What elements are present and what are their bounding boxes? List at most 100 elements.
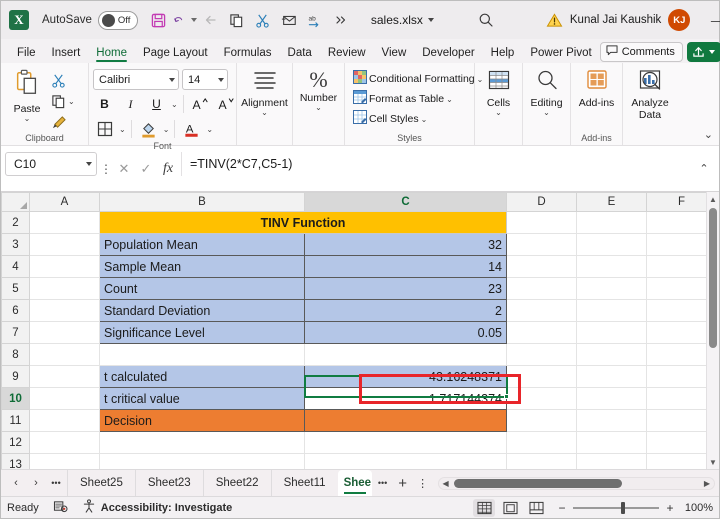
column-header-c[interactable]: C	[305, 193, 507, 212]
row-header-13[interactable]: 13	[2, 454, 30, 470]
alignment-button[interactable]: Alignment ⌄	[241, 66, 288, 116]
save-icon[interactable]	[147, 8, 171, 32]
bold-button[interactable]: B	[93, 93, 116, 115]
scroll-up-arrow[interactable]: ▲	[709, 192, 717, 206]
cell-c6[interactable]: 2	[305, 300, 507, 322]
tab-help[interactable]: Help	[483, 45, 523, 63]
copy-dropdown-icon[interactable]: ⌄	[68, 98, 75, 105]
tab-page-layout[interactable]: Page Layout	[135, 45, 216, 63]
cell-d2[interactable]	[507, 212, 577, 234]
next-sheet-button[interactable]: ›	[27, 473, 45, 493]
row-header-10[interactable]: 10	[2, 388, 30, 410]
tab-data[interactable]: Data	[280, 45, 320, 63]
editing-dropdown-icon[interactable]: ⌄	[543, 109, 550, 116]
zoom-level-label[interactable]: 100%	[679, 502, 713, 514]
format-as-table-button[interactable]: Format as Table ⌄	[351, 89, 455, 109]
column-header-a[interactable]: A	[30, 193, 100, 212]
cut-button[interactable]	[49, 70, 77, 90]
cell-a11[interactable]	[30, 410, 100, 432]
cell-b2[interactable]: TINV Function	[100, 212, 507, 234]
row-header-3[interactable]: 3	[2, 234, 30, 256]
cell-e2[interactable]	[577, 212, 647, 234]
previous-sheet-button[interactable]: ‹	[7, 473, 25, 493]
cell-c8[interactable]	[305, 344, 507, 366]
cell-a8[interactable]	[30, 344, 100, 366]
cell-e6[interactable]	[577, 300, 647, 322]
conditional-formatting-button[interactable]: Conditional Formatting ⌄	[351, 69, 485, 89]
column-header-d[interactable]: D	[507, 193, 577, 212]
comments-button[interactable]: Comments	[600, 42, 683, 62]
warning-icon[interactable]	[546, 8, 563, 32]
avatar[interactable]: KJ	[668, 9, 690, 31]
sheet-tab-sheet11[interactable]: Sheet11	[271, 470, 338, 496]
cell-d9[interactable]	[507, 366, 577, 388]
cell-e7[interactable]	[577, 322, 647, 344]
chevron-down-icon[interactable]	[169, 78, 175, 82]
cell-e12[interactable]	[577, 432, 647, 454]
formula-input[interactable]: =TINV(2*C7,C5-1)	[181, 152, 693, 176]
zoom-track[interactable]	[573, 507, 659, 509]
row-header-4[interactable]: 4	[2, 256, 30, 278]
font-color-dropdown-icon[interactable]: ⌄	[206, 126, 213, 133]
cell-a10[interactable]	[30, 388, 100, 410]
user-name-label[interactable]: Kunal Jai Kaushik	[570, 14, 661, 26]
cell-d12[interactable]	[507, 432, 577, 454]
paste-dropdown-icon[interactable]: ⌄	[24, 115, 31, 122]
cell-a7[interactable]	[30, 322, 100, 344]
cell-d13[interactable]	[507, 454, 577, 470]
cell-e8[interactable]	[577, 344, 647, 366]
document-title[interactable]: sales.xlsx	[371, 13, 423, 27]
normal-view-button[interactable]	[473, 499, 495, 517]
tab-home[interactable]: Home	[88, 45, 135, 63]
copy-button[interactable]: ⌄	[49, 91, 77, 111]
accessibility-text[interactable]: Accessibility: Investigate	[101, 502, 232, 514]
email-icon[interactable]	[277, 8, 301, 32]
minimize-button[interactable]: —	[697, 3, 720, 37]
paste-button[interactable]: Paste ⌄	[5, 66, 49, 122]
cell-c11[interactable]	[305, 410, 507, 432]
column-header-e[interactable]: E	[577, 193, 647, 212]
vertical-scroll-thumb[interactable]	[709, 208, 717, 348]
more-commands-icon[interactable]	[329, 8, 353, 32]
share-button[interactable]	[687, 42, 720, 62]
italic-button[interactable]: I	[119, 93, 142, 115]
cell-a13[interactable]	[30, 454, 100, 470]
underline-dropdown-icon[interactable]: ⌄	[171, 101, 178, 108]
chevron-down-icon[interactable]	[218, 78, 224, 82]
cell-d6[interactable]	[507, 300, 577, 322]
alignment-dropdown-icon[interactable]: ⌄	[261, 109, 268, 116]
cell-c10[interactable]: 1.717144374	[305, 388, 507, 410]
add-ins-button[interactable]: Add-ins	[575, 66, 618, 109]
cell-e9[interactable]	[577, 366, 647, 388]
row-header-8[interactable]: 8	[2, 344, 30, 366]
cell-styles-button[interactable]: Cell Styles ⌄	[351, 109, 429, 129]
row-header-5[interactable]: 5	[2, 278, 30, 300]
copy-icon[interactable]	[225, 8, 249, 32]
ribbon-collapse-button[interactable]: ⌄	[704, 128, 713, 141]
cell-d4[interactable]	[507, 256, 577, 278]
cell-d11[interactable]	[507, 410, 577, 432]
page-break-view-button[interactable]	[525, 499, 547, 517]
font-family-select[interactable]: Calibri	[93, 69, 179, 90]
select-all-corner[interactable]	[2, 193, 30, 212]
font-color-button[interactable]: A	[180, 118, 203, 140]
sheet-tab-sheet23[interactable]: Sheet23	[135, 470, 203, 496]
sheet-tab-sheet22[interactable]: Sheet22	[203, 470, 271, 496]
cell-styles-dropdown-icon[interactable]: ⌄	[421, 116, 428, 123]
row-header-2[interactable]: 2	[2, 212, 30, 234]
enter-icon[interactable]: ✓	[135, 157, 157, 181]
tab-insert[interactable]: Insert	[44, 45, 89, 63]
fill-color-dropdown-icon[interactable]: ⌄	[163, 126, 170, 133]
zoom-slider[interactable]: − +	[557, 501, 675, 515]
cell-c3[interactable]: 32	[305, 234, 507, 256]
cell-b9[interactable]: t calculated	[100, 366, 305, 388]
cell-c7[interactable]: 0.05	[305, 322, 507, 344]
editing-button[interactable]: Editing ⌄	[527, 66, 566, 116]
horizontal-scrollbar[interactable]: ◀ ▶	[438, 477, 715, 490]
row-header-11[interactable]: 11	[2, 410, 30, 432]
row-header-6[interactable]: 6	[2, 300, 30, 322]
font-size-select[interactable]: 14	[182, 69, 228, 90]
cell-a6[interactable]	[30, 300, 100, 322]
row-header-9[interactable]: 9	[2, 366, 30, 388]
cell-c9[interactable]: 43.16248371	[305, 366, 507, 388]
